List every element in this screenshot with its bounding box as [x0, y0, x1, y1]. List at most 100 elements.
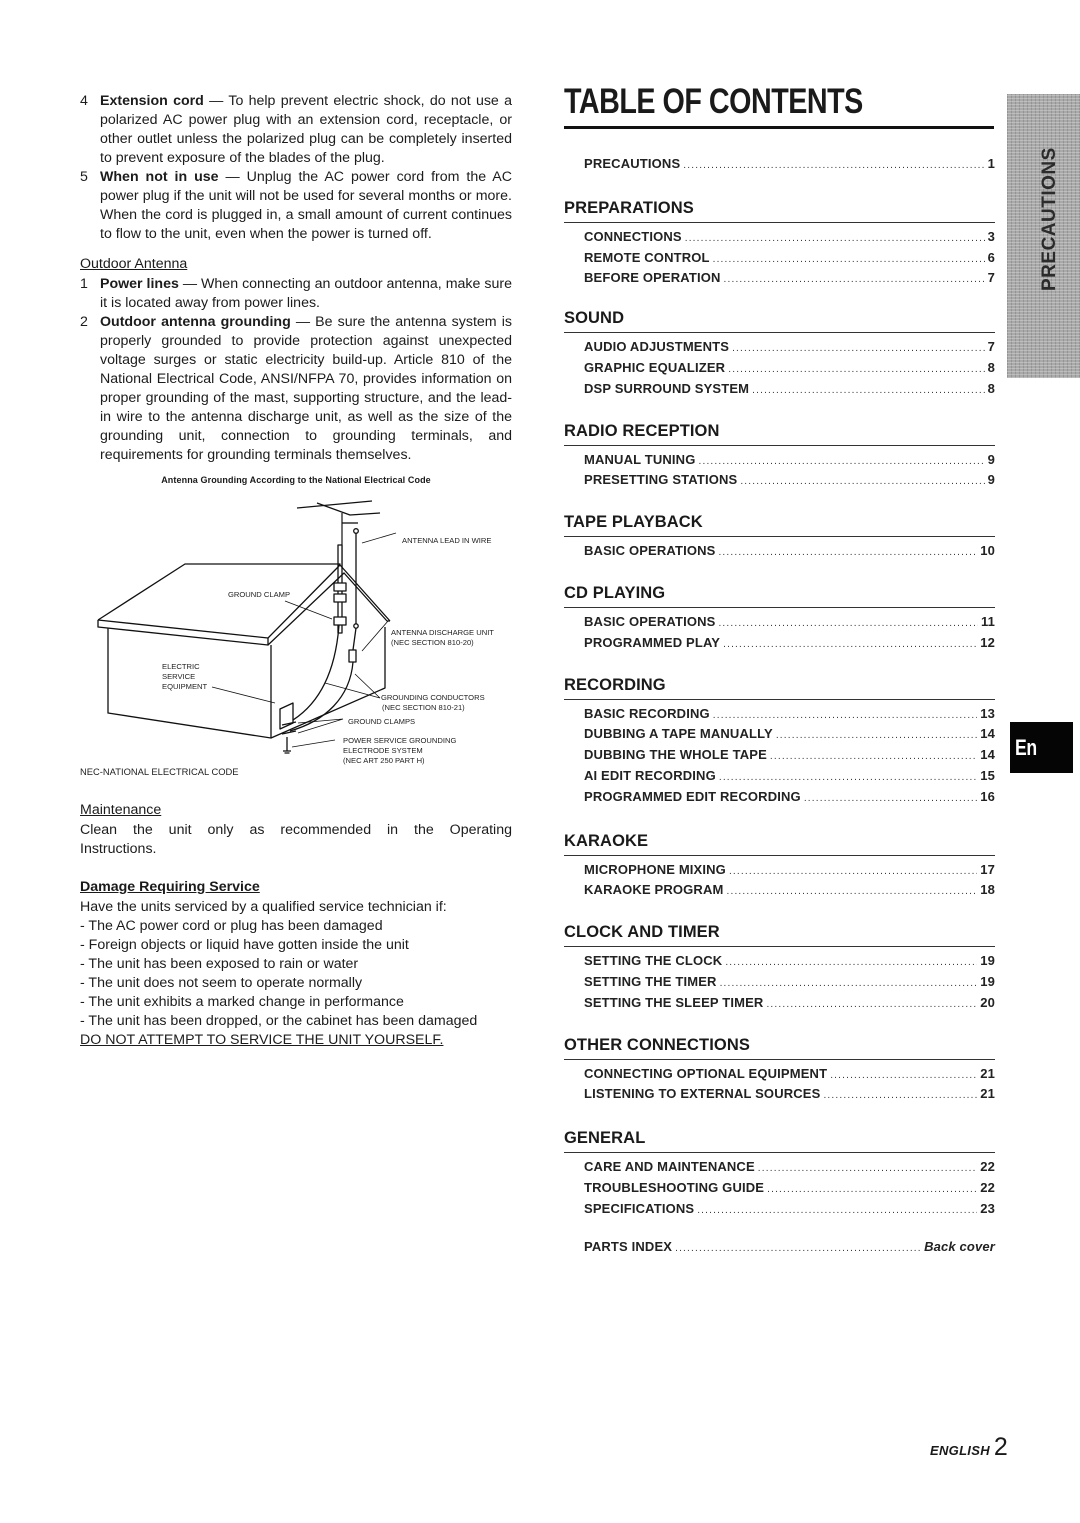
toc-entry[interactable]: BASIC OPERATIONS 10: [584, 542, 995, 563]
damage-list-item: - Foreign objects or liquid have gotten …: [80, 937, 409, 953]
toc-entry-label: PRECAUTIONS: [584, 156, 681, 171]
toc-section-heading[interactable]: RADIO RECEPTION: [564, 413, 995, 446]
maintenance-line-2: Instructions.: [80, 841, 157, 857]
toc-entry-page: 1: [987, 156, 995, 171]
toc-entry[interactable]: BASIC OPERATIONS 11: [584, 613, 995, 634]
antenna-item-grounding: 2 Outdoor antenna grounding — Be sure th…: [80, 313, 512, 465]
toc-entry[interactable]: SETTING THE SLEEP TIMER 20: [584, 994, 995, 1015]
toc-section-heading[interactable]: OTHER CONNECTIONS: [564, 1027, 995, 1060]
toc-entry[interactable]: CONNECTING OPTIONAL EQUIPMENT 21: [584, 1065, 995, 1086]
toc-entry[interactable]: BASIC RECORDING 13: [584, 705, 995, 726]
toc-entry-label: LISTENING TO EXTERNAL SOURCES: [584, 1086, 821, 1102]
toc-entry-page: 8: [987, 359, 995, 375]
toc-entry-label: MANUAL TUNING: [584, 451, 696, 467]
damage-list-item: - The unit has been dropped, or the cabi…: [80, 1013, 478, 1029]
toc-entry[interactable]: PROGRAMMED PLAY 12: [584, 634, 995, 655]
toc-entry[interactable]: GRAPHIC EQUALIZER 8: [584, 359, 995, 380]
toc-entry-page: 8: [987, 380, 995, 396]
damage-list-item: - The unit has been exposed to rain or w…: [80, 956, 359, 972]
damage-intro: Have the units serviced by a qualified s…: [80, 899, 447, 915]
toc-entry[interactable]: MANUAL TUNING 9: [584, 451, 995, 472]
toc-entry[interactable]: SETTING THE TIMER 19: [584, 973, 995, 994]
toc-section-heading[interactable]: PREPARATIONS: [564, 190, 995, 223]
toc-entry-label: DUBBING A TAPE MANUALLY: [584, 726, 773, 742]
toc-entry-page: 14: [980, 726, 995, 742]
toc-entry[interactable]: PRESETTING STATIONS 9: [584, 471, 995, 492]
nec-footnote: NEC-NATIONAL ELECTRICAL CODE: [80, 766, 239, 777]
leader-dots: [724, 271, 985, 290]
toc-entry[interactable]: DUBBING A TAPE MANUALLY 14: [584, 725, 995, 746]
toc-section-heading[interactable]: TAPE PLAYBACK: [564, 504, 995, 538]
leader-dots: [713, 707, 977, 726]
toc-entry[interactable]: DUBBING THE WHOLE TAPE 14: [584, 746, 995, 767]
toc-entry-page: 9: [987, 451, 995, 467]
toc-section: RECORDING BASIC RECORDING 13 DUBBING A TAPE…: [564, 667, 995, 809]
item-title: Extension cord: [100, 93, 204, 109]
toc-section-heading[interactable]: GENERAL: [564, 1120, 995, 1154]
leader-dots: [823, 1087, 977, 1106]
outdoor-antenna-items: 1 Power lines — When connecting an outdo…: [80, 275, 512, 465]
toc-entry-page: 17: [980, 861, 995, 877]
toc-entry-page: Back cover: [924, 1238, 995, 1254]
label-power-service-2: ELECTRODE SYSTEM: [343, 746, 423, 755]
toc-section: GENERAL CARE AND MAINTENANCE 22 TROUBLESHOO…: [564, 1120, 995, 1220]
toc-section: RADIO RECEPTION MANUAL TUNING 9 PRESETTING …: [564, 413, 995, 493]
toc-entry[interactable]: CONNECTIONS 3: [584, 228, 995, 249]
leader-dots: [728, 361, 984, 380]
toc-entry[interactable]: REMOTE CONTROL 6: [584, 249, 995, 270]
leader-line: [284, 600, 333, 620]
toc-entry-label: SETTING THE TIMER: [584, 973, 717, 989]
toc-entry-page: 22: [980, 1159, 995, 1175]
toc-entry[interactable]: SPECIFICATIONS 23: [584, 1200, 995, 1221]
toc-section-heading[interactable]: CLOCK AND TIMER: [564, 914, 995, 948]
leader-dots: [729, 863, 977, 882]
toc-entry[interactable]: SETTING THE CLOCK 19: [584, 952, 995, 973]
toc-entries: CARE AND MAINTENANCE 22 TROUBLESHOOTING GU…: [564, 1153, 995, 1220]
toc-entry[interactable]: AUDIO ADJUSTMENTS 7: [584, 338, 995, 359]
toc-entry-page: 3: [987, 228, 995, 244]
toc-entry[interactable]: AI EDIT RECORDING 15: [584, 767, 995, 788]
toc-entries: BASIC RECORDING 13 DUBBING A TAPE MANUALLY…: [564, 700, 995, 809]
toc-entry[interactable]: KARAOKE PROGRAM 18: [584, 881, 995, 902]
leader-dots: [720, 975, 978, 994]
toc-entry-label: KARAOKE PROGRAM: [584, 882, 724, 898]
label-ground-clamp: GROUND CLAMP: [228, 590, 291, 599]
label-antenna-discharge-unit-ref: (NEC SECTION 810-20): [391, 638, 474, 647]
label-antenna-lead-in-wire: ANTENNA LEAD IN WIRE: [402, 536, 492, 545]
toc-entry-label: BASIC OPERATIONS: [584, 613, 716, 629]
toc-section: SOUND AUDIO ADJUSTMENTS 7 GRAPHIC EQUALIZER…: [564, 300, 995, 400]
toc-entry-label: BASIC RECORDING: [584, 705, 710, 721]
label-grounding-conductors-ref: (NEC SECTION 810-21): [382, 703, 465, 712]
item-text: — Be sure the antenna system is properly…: [100, 314, 512, 463]
maintenance-heading: Maintenance: [80, 802, 162, 818]
label-antenna-discharge-unit: ANTENNA DISCHARGE UNIT: [391, 628, 494, 637]
toc-section-heading[interactable]: KARAOKE: [564, 823, 995, 856]
toc-top-entry-group: PRECAUTIONS 1: [564, 129, 995, 176]
toc-section-heading[interactable]: CD PLAYING: [564, 575, 995, 608]
leader-dots: [776, 727, 977, 746]
leader-line: [291, 739, 336, 748]
toc-entries: CONNECTING OPTIONAL EQUIPMENT21LISTENING…: [564, 1060, 995, 1107]
toc-entry-precautions[interactable]: PRECAUTIONS 1: [584, 155, 995, 176]
toc-entry[interactable]: LISTENING TO EXTERNAL SOURCES 21: [584, 1085, 995, 1106]
toc-entry[interactable]: BEFORE OPERATION 7: [584, 269, 995, 290]
toc-entry[interactable]: MICROPHONE MIXING 17: [584, 861, 995, 882]
toc-bottom-entry-group: PARTS INDEX Back cover: [564, 1221, 995, 1259]
toc-entry[interactable]: CARE AND MAINTENANCE 22: [584, 1158, 995, 1179]
leader-dots: [758, 1160, 977, 1179]
toc-entry-page: 19: [980, 953, 995, 969]
leader-dots: [683, 157, 984, 176]
toc-entry[interactable]: TROUBLESHOOTING GUIDE 22: [584, 1179, 995, 1200]
toc-entry-label: CARE AND MAINTENANCE: [584, 1159, 755, 1175]
toc-section-heading[interactable]: SOUND: [564, 300, 995, 334]
ground-electrode: [283, 737, 291, 754]
damage-heading: Damage Requiring Service: [80, 879, 260, 895]
leader-dots: [718, 544, 977, 563]
precaution-items: 4 Extension cord — To help prevent elect…: [80, 92, 512, 244]
toc-entry-label: SETTING THE SLEEP TIMER: [584, 994, 764, 1010]
toc-entry[interactable]: DSP SURROUND SYSTEM 8: [584, 380, 995, 401]
toc-entry-parts-index[interactable]: PARTS INDEX Back cover: [584, 1238, 995, 1259]
item-title: Outdoor antenna grounding: [100, 314, 291, 330]
toc-entry[interactable]: PROGRAMMED EDIT RECORDING 16: [584, 788, 995, 809]
toc-section-heading[interactable]: RECORDING: [564, 667, 995, 700]
